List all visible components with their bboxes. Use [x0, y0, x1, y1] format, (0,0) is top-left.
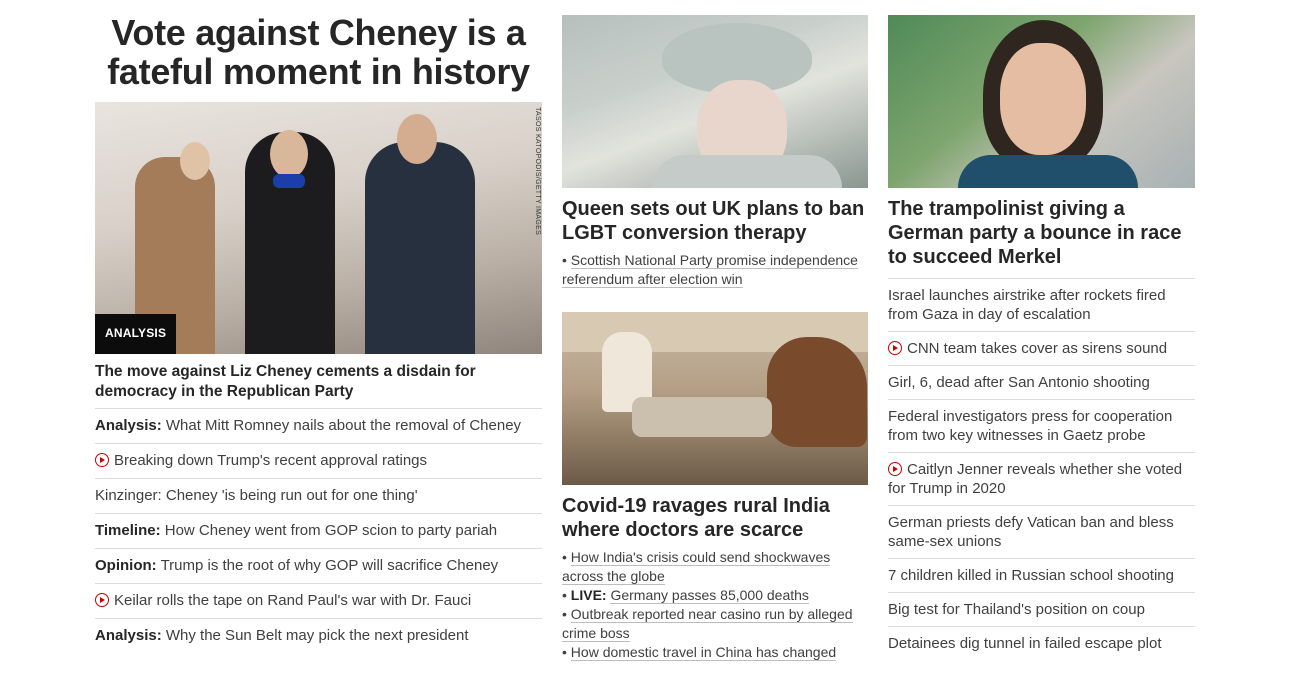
list-item[interactable]: 7 children killed in Russian school shoo… [888, 558, 1195, 592]
item-text: What Mitt Romney nails about the removal… [165, 417, 522, 434]
queen-story-image[interactable] [562, 15, 868, 188]
lead-story-headline[interactable]: The move against Liz Cheney cements a di… [95, 362, 542, 402]
jacket-shape [958, 155, 1138, 188]
item-text: Why the Sun Belt may pick the next presi… [165, 627, 469, 644]
related-stories-list: Analysis: What Mitt Romney nails about t… [95, 408, 542, 653]
list-item[interactable]: Federal investigators press for cooperat… [888, 399, 1195, 452]
item-text: CNN team takes cover as sirens sound [907, 340, 1168, 357]
bullet-text: Scottish National Party promise independ… [562, 252, 858, 288]
item-label: Analysis: [95, 417, 162, 434]
merkel-race-headline[interactable]: The trampolinist giving a German party a… [888, 197, 1195, 269]
item-text: Big test for Thailand's position on coup [888, 601, 1145, 618]
list-item[interactable]: Israel launches airstrike after rockets … [888, 278, 1195, 331]
photo-credit: TASOS KATOPODIS/GETTY IMAGES [534, 107, 541, 236]
list-item[interactable]: Girl, 6, dead after San Antonio shooting [888, 365, 1195, 399]
cot-shape [632, 397, 772, 437]
item-text: Breaking down Trump's recent approval ra… [114, 452, 428, 469]
bullet-text: How domestic travel in China has changed [570, 644, 837, 661]
india-story-headline[interactable]: Covid-19 ravages rural India where docto… [562, 494, 868, 542]
list-item[interactable]: Breaking down Trump's recent approval ra… [95, 443, 542, 478]
item-text: Israel launches airstrike after rockets … [888, 287, 1166, 323]
middle-column: Queen sets out UK plans to ban LGBT conv… [562, 0, 868, 662]
bullet-link[interactable]: • How domestic travel in China has chang… [562, 643, 868, 662]
lead-headline[interactable]: Vote against Cheney is a fateful moment … [95, 13, 542, 91]
face-shape [1000, 43, 1086, 155]
right-column: The trampolinist giving a German party a… [888, 0, 1195, 660]
list-item[interactable]: Caitlyn Jenner reveals whether she voted… [888, 452, 1195, 505]
list-item[interactable]: Big test for Thailand's position on coup [888, 592, 1195, 626]
item-text: 7 children killed in Russian school shoo… [888, 567, 1174, 584]
list-item[interactable]: Analysis: What Mitt Romney nails about t… [95, 408, 542, 443]
bullet-text: How India's crisis could send shockwaves… [562, 549, 831, 585]
india-story-image[interactable] [562, 312, 868, 485]
lead-story-column: Vote against Cheney is a fateful moment … [95, 0, 542, 653]
analysis-badge: ANALYSIS [95, 314, 177, 354]
play-icon [95, 453, 109, 467]
play-icon [888, 341, 902, 355]
list-item[interactable]: Timeline: How Cheney went from GOP scion… [95, 513, 542, 548]
item-label: Opinion: [95, 557, 157, 574]
item-text: Federal investigators press for cooperat… [888, 408, 1173, 444]
lead-story-image[interactable]: TASOS KATOPODIS/GETTY IMAGES ANALYSIS [95, 102, 542, 354]
play-icon [95, 593, 109, 607]
bullet-link[interactable]: • How India's crisis could send shockwav… [562, 548, 868, 586]
india-related-list: • How India's crisis could send shockwav… [562, 548, 868, 662]
item-text: Caitlyn Jenner reveals whether she voted… [888, 461, 1183, 497]
bullet-text: Outbreak reported near casino run by all… [562, 606, 853, 642]
list-item[interactable]: CNN team takes cover as sirens sound [888, 331, 1195, 365]
mask-shape [273, 174, 305, 188]
merkel-race-story-image[interactable] [888, 15, 1195, 188]
list-item[interactable]: Detainees dig tunnel in failed escape pl… [888, 626, 1195, 660]
bullet-text: Germany passes 85,000 deaths [610, 587, 809, 604]
list-item[interactable]: Kinzinger: Cheney 'is being run out for … [95, 478, 542, 513]
item-label: Timeline: [95, 522, 161, 539]
list-item[interactable]: German priests defy Vatican ban and bles… [888, 505, 1195, 558]
bullet-link[interactable]: • Scottish National Party promise indepe… [562, 251, 868, 289]
item-label: Analysis: [95, 627, 162, 644]
item-text: Trump is the root of why GOP will sacrif… [160, 557, 499, 574]
list-item[interactable]: Analysis: Why the Sun Belt may pick the … [95, 618, 542, 653]
list-item[interactable]: Opinion: Trump is the root of why GOP wi… [95, 548, 542, 583]
top-stories-list: Israel launches airstrike after rockets … [888, 278, 1195, 660]
face-shape [270, 130, 308, 178]
live-label: LIVE: [570, 587, 607, 603]
item-text: German priests defy Vatican ban and bles… [888, 514, 1174, 550]
item-text: Keilar rolls the tape on Rand Paul's war… [114, 592, 472, 609]
play-icon [888, 462, 902, 476]
face-shape [397, 114, 437, 164]
list-item[interactable]: Keilar rolls the tape on Rand Paul's war… [95, 583, 542, 618]
item-text: How Cheney went from GOP scion to party … [164, 522, 498, 539]
queen-related-list: • Scottish National Party promise indepe… [562, 251, 868, 289]
figure-silhouette [365, 142, 475, 354]
bullet-link[interactable]: • LIVE: Germany passes 85,000 deaths [562, 586, 868, 605]
item-text: Kinzinger: Cheney 'is being run out for … [95, 487, 418, 504]
queen-story-headline[interactable]: Queen sets out UK plans to ban LGBT conv… [562, 197, 868, 245]
coat-shape [652, 155, 842, 188]
bullet-link[interactable]: • Outbreak reported near casino run by a… [562, 605, 868, 643]
cow-shape [767, 337, 867, 447]
face-shape [180, 142, 210, 180]
item-text: Detainees dig tunnel in failed escape pl… [888, 635, 1162, 652]
item-text: Girl, 6, dead after San Antonio shooting [888, 374, 1150, 391]
